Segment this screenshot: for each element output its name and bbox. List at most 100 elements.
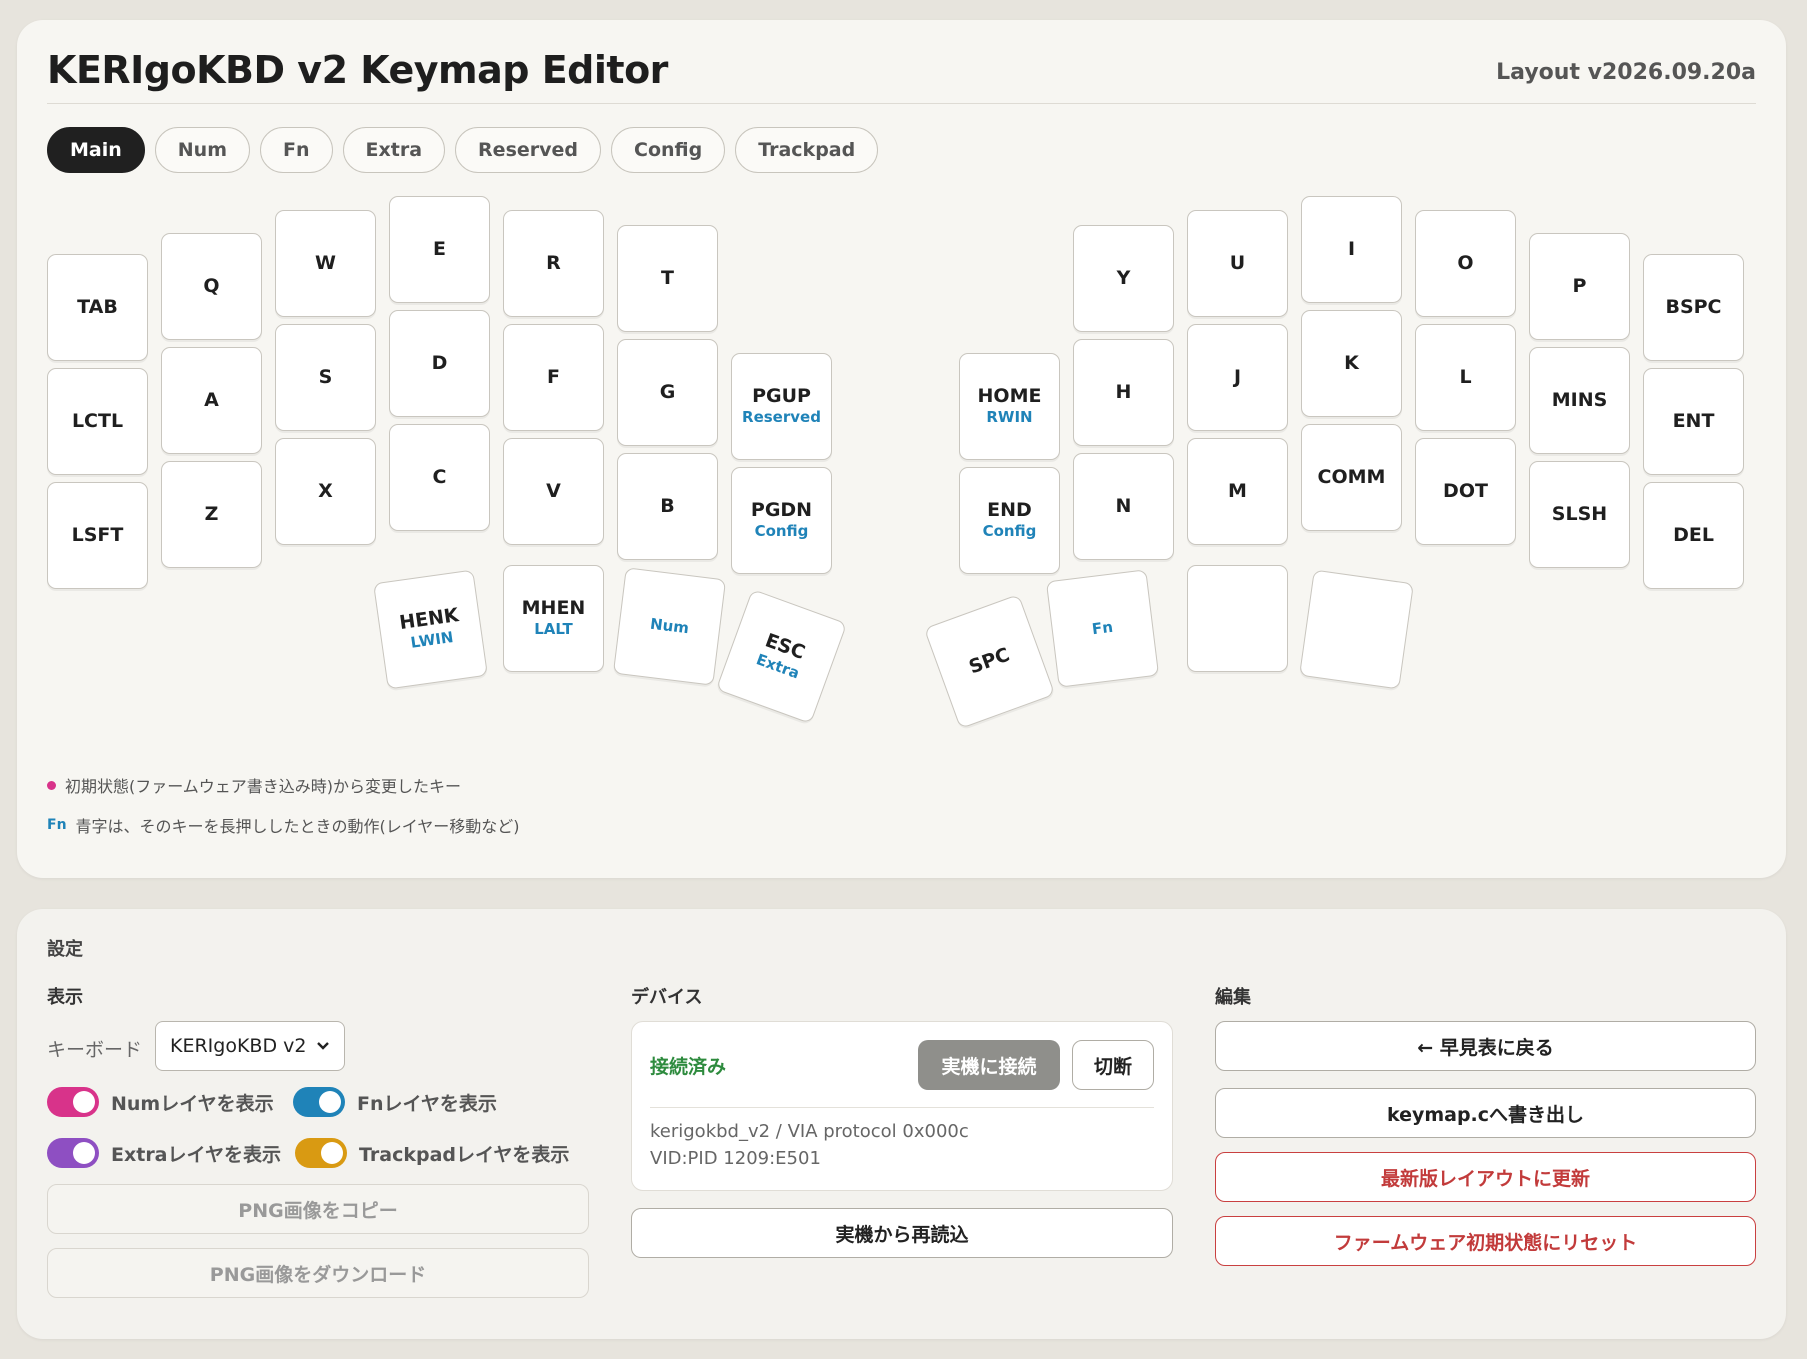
key-z[interactable]: Z	[161, 461, 262, 568]
toggle-switch[interactable]	[47, 1087, 99, 1117]
key-label: SPC	[966, 643, 1013, 679]
key-henk[interactable]: HENK LWIN	[373, 569, 488, 690]
key-blank-2[interactable]	[1299, 569, 1414, 690]
key-hold-label: LALT	[534, 620, 573, 639]
keyboard-layout: TAB LCTL LSFT Q A Z W S X E D C R F V T …	[17, 20, 1786, 878]
key-ent[interactable]: ENT	[1643, 368, 1744, 475]
key-pgdn[interactable]: PGDN Config	[731, 467, 832, 574]
key-y[interactable]: Y	[1073, 225, 1174, 332]
key-label: TAB	[77, 296, 118, 319]
key-label: D	[431, 352, 448, 375]
key-h[interactable]: H	[1073, 339, 1174, 446]
key-a[interactable]: A	[161, 347, 262, 454]
key-u[interactable]: U	[1187, 210, 1288, 317]
key-d[interactable]: D	[389, 310, 490, 417]
key-x[interactable]: X	[275, 438, 376, 545]
key-lctl[interactable]: LCTL	[47, 368, 148, 475]
key-mins[interactable]: MINS	[1529, 347, 1630, 454]
key-q[interactable]: Q	[161, 233, 262, 340]
key-dot[interactable]: DOT	[1415, 438, 1516, 545]
settings-card: 設定 表示 キーボード KERIgoKBD v2 Numレイヤを表示 Fnレイヤ…	[17, 909, 1786, 1339]
key-l[interactable]: L	[1415, 324, 1516, 431]
back-to-cheatsheet-button[interactable]: ← 早見表に戻る	[1215, 1021, 1756, 1071]
key-label: Y	[1116, 267, 1131, 290]
key-slsh[interactable]: SLSH	[1529, 461, 1630, 568]
key-label: MINS	[1551, 389, 1608, 412]
key-fn-thumb[interactable]: Fn	[1045, 569, 1160, 688]
key-label: Z	[204, 503, 219, 526]
key-k[interactable]: K	[1301, 310, 1402, 417]
key-spc[interactable]: SPC	[923, 593, 1056, 730]
key-del[interactable]: DEL	[1643, 482, 1744, 589]
key-label: T	[661, 267, 674, 290]
export-keymap-button[interactable]: keymap.cへ書き出し	[1215, 1088, 1756, 1138]
connect-device-button[interactable]: 実機に接続	[918, 1040, 1060, 1090]
extra-layer-toggle[interactable]: Extraレイヤを表示	[47, 1138, 281, 1168]
key-bspc[interactable]: BSPC	[1643, 254, 1744, 361]
key-c[interactable]: C	[389, 424, 490, 531]
key-m[interactable]: M	[1187, 438, 1288, 545]
key-s[interactable]: S	[275, 324, 376, 431]
update-layout-button[interactable]: 最新版レイアウトに更新	[1215, 1152, 1756, 1202]
key-label: LSFT	[71, 524, 124, 547]
key-w[interactable]: W	[275, 210, 376, 317]
key-f[interactable]: F	[503, 324, 604, 431]
key-comm[interactable]: COMM	[1301, 424, 1402, 531]
fn-layer-toggle[interactable]: Fnレイヤを表示	[293, 1087, 497, 1117]
trackpad-layer-toggle[interactable]: Trackpadレイヤを表示	[295, 1138, 569, 1168]
key-mhen[interactable]: MHEN LALT	[503, 565, 604, 672]
copy-png-button[interactable]: PNG画像をコピー	[47, 1184, 589, 1234]
key-label: W	[315, 252, 336, 275]
disconnect-button[interactable]: 切断	[1072, 1040, 1154, 1090]
key-blank-1[interactable]	[1187, 565, 1288, 672]
factory-reset-button[interactable]: ファームウェア初期状態にリセット	[1215, 1216, 1756, 1266]
legend-hold: Fn 青字は、そのキーを長押ししたときの動作(レイヤー移動など)	[47, 813, 520, 837]
key-b[interactable]: B	[617, 453, 718, 560]
key-label: PGUP	[752, 385, 811, 408]
key-n[interactable]: N	[1073, 453, 1174, 560]
toggle-switch[interactable]	[47, 1138, 99, 1168]
num-layer-toggle[interactable]: Numレイヤを表示	[47, 1087, 274, 1117]
key-label: A	[204, 389, 219, 412]
key-v[interactable]: V	[503, 438, 604, 545]
toggle-switch[interactable]	[293, 1087, 345, 1117]
settings-title: 設定	[47, 939, 83, 960]
reload-from-device-button[interactable]: 実機から再読込	[631, 1208, 1173, 1258]
key-label: J	[1233, 366, 1242, 389]
key-o[interactable]: O	[1415, 210, 1516, 317]
key-num-thumb[interactable]: Num	[612, 567, 727, 686]
key-label: ENT	[1672, 410, 1715, 433]
key-label: S	[318, 366, 333, 389]
key-e[interactable]: E	[389, 196, 490, 303]
key-hold-label: Config	[982, 522, 1037, 541]
key-tab[interactable]: TAB	[47, 254, 148, 361]
key-esc[interactable]: ESC Extra	[715, 588, 848, 725]
key-label: LCTL	[71, 410, 124, 433]
key-hold-label: Config	[754, 522, 809, 541]
display-section-title: 表示	[47, 987, 83, 1008]
key-r[interactable]: R	[503, 210, 604, 317]
key-lsft[interactable]: LSFT	[47, 482, 148, 589]
download-png-button[interactable]: PNG画像をダウンロード	[47, 1248, 589, 1298]
key-pgup[interactable]: PGUP Reserved	[731, 353, 832, 460]
key-home[interactable]: HOME RWIN	[959, 353, 1060, 460]
key-j[interactable]: J	[1187, 324, 1288, 431]
key-label: K	[1344, 352, 1359, 375]
key-label: PGDN	[750, 499, 813, 522]
keyboard-select[interactable]: KERIgoKBD v2	[155, 1021, 345, 1071]
key-label: F	[547, 366, 560, 389]
key-label: V	[546, 480, 561, 503]
keymap-editor-card: KERIgoKBD v2 Keymap Editor Layout v2026.…	[17, 20, 1786, 878]
key-i[interactable]: I	[1301, 196, 1402, 303]
key-g[interactable]: G	[617, 339, 718, 446]
device-section-title: デバイス	[631, 987, 703, 1008]
legend-changed-text: 初期状態(ファームウェア書き込み時)から変更したキー	[65, 777, 462, 796]
toggle-switch[interactable]	[295, 1138, 347, 1168]
keyboard-select-value: KERIgoKBD v2	[170, 1035, 307, 1057]
legend-changed: 初期状態(ファームウェア書き込み時)から変更したキー	[47, 773, 461, 797]
key-p[interactable]: P	[1529, 233, 1630, 340]
key-t[interactable]: T	[617, 225, 718, 332]
key-end[interactable]: END Config	[959, 467, 1060, 574]
device-panel: 接続済み 実機に接続 切断 kerigokbd_v2 / VIA protoco…	[631, 1021, 1173, 1191]
key-label: E	[433, 238, 446, 261]
